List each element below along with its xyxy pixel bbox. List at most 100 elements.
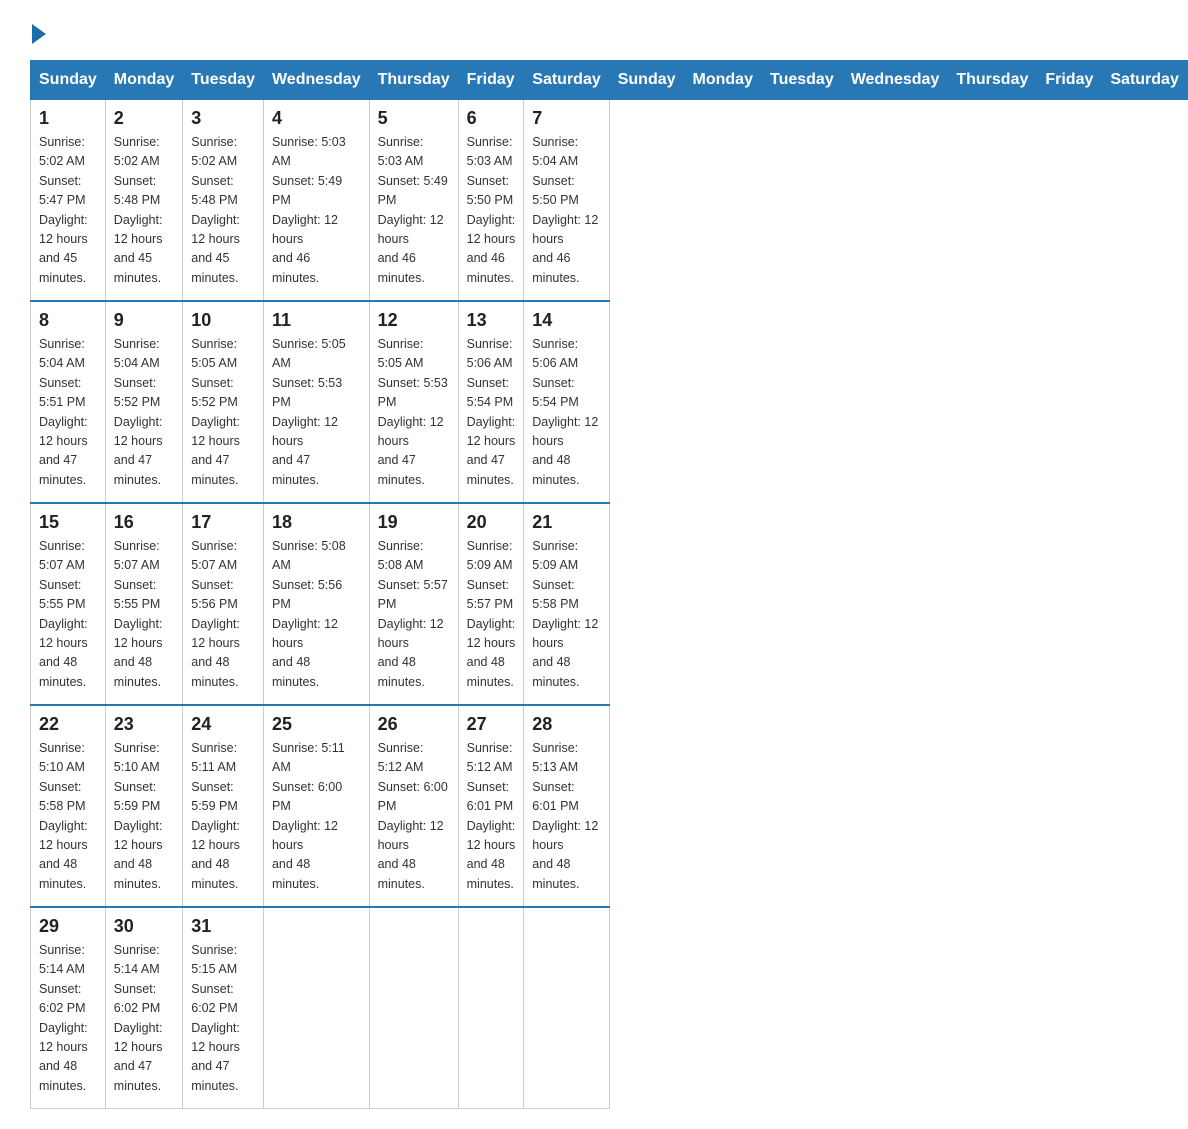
calendar-week-row: 29 Sunrise: 5:14 AMSunset: 6:02 PMDaylig… xyxy=(31,907,1188,1109)
column-header-tuesday: Tuesday xyxy=(761,61,842,100)
calendar-cell: 21 Sunrise: 5:09 AMSunset: 5:58 PMDaylig… xyxy=(524,503,609,705)
day-number: 8 xyxy=(39,310,97,331)
day-number: 10 xyxy=(191,310,255,331)
day-info: Sunrise: 5:07 AMSunset: 5:56 PMDaylight:… xyxy=(191,539,240,689)
calendar-cell: 23 Sunrise: 5:10 AMSunset: 5:59 PMDaylig… xyxy=(105,705,182,907)
day-number: 21 xyxy=(532,512,600,533)
column-header-saturday: Saturday xyxy=(524,61,609,100)
day-number: 7 xyxy=(532,108,600,129)
day-number: 19 xyxy=(378,512,450,533)
day-info: Sunrise: 5:02 AMSunset: 5:48 PMDaylight:… xyxy=(114,135,163,285)
calendar-cell: 9 Sunrise: 5:04 AMSunset: 5:52 PMDayligh… xyxy=(105,301,182,503)
day-info: Sunrise: 5:04 AMSunset: 5:52 PMDaylight:… xyxy=(114,337,163,487)
column-header-friday: Friday xyxy=(458,61,524,100)
day-number: 12 xyxy=(378,310,450,331)
day-info: Sunrise: 5:07 AMSunset: 5:55 PMDaylight:… xyxy=(39,539,88,689)
day-info: Sunrise: 5:09 AMSunset: 5:58 PMDaylight:… xyxy=(532,539,598,689)
column-header-thursday: Thursday xyxy=(369,61,458,100)
day-number: 27 xyxy=(467,714,516,735)
calendar-cell xyxy=(458,907,524,1109)
calendar-cell: 27 Sunrise: 5:12 AMSunset: 6:01 PMDaylig… xyxy=(458,705,524,907)
calendar-cell: 22 Sunrise: 5:10 AMSunset: 5:58 PMDaylig… xyxy=(31,705,106,907)
calendar-cell: 4 Sunrise: 5:03 AMSunset: 5:49 PMDayligh… xyxy=(263,100,369,302)
day-number: 11 xyxy=(272,310,361,331)
calendar-cell xyxy=(369,907,458,1109)
calendar-cell: 17 Sunrise: 5:07 AMSunset: 5:56 PMDaylig… xyxy=(183,503,264,705)
column-header-monday: Monday xyxy=(684,61,761,100)
calendar-cell xyxy=(524,907,609,1109)
day-info: Sunrise: 5:05 AMSunset: 5:53 PMDaylight:… xyxy=(272,337,346,487)
day-number: 14 xyxy=(532,310,600,331)
day-info: Sunrise: 5:07 AMSunset: 5:55 PMDaylight:… xyxy=(114,539,163,689)
calendar-cell: 15 Sunrise: 5:07 AMSunset: 5:55 PMDaylig… xyxy=(31,503,106,705)
calendar-cell: 29 Sunrise: 5:14 AMSunset: 6:02 PMDaylig… xyxy=(31,907,106,1109)
day-info: Sunrise: 5:10 AMSunset: 5:58 PMDaylight:… xyxy=(39,741,88,891)
calendar-cell: 24 Sunrise: 5:11 AMSunset: 5:59 PMDaylig… xyxy=(183,705,264,907)
column-header-sunday: Sunday xyxy=(31,61,106,100)
day-number: 15 xyxy=(39,512,97,533)
day-number: 31 xyxy=(191,916,255,937)
column-header-sunday: Sunday xyxy=(609,61,684,100)
calendar-cell: 12 Sunrise: 5:05 AMSunset: 5:53 PMDaylig… xyxy=(369,301,458,503)
column-header-thursday: Thursday xyxy=(948,61,1037,100)
calendar-table: SundayMondayTuesdayWednesdayThursdayFrid… xyxy=(30,60,1188,1109)
day-number: 13 xyxy=(467,310,516,331)
day-info: Sunrise: 5:12 AMSunset: 6:01 PMDaylight:… xyxy=(467,741,516,891)
page-header xyxy=(30,20,1158,40)
calendar-cell: 3 Sunrise: 5:02 AMSunset: 5:48 PMDayligh… xyxy=(183,100,264,302)
calendar-week-row: 8 Sunrise: 5:04 AMSunset: 5:51 PMDayligh… xyxy=(31,301,1188,503)
day-number: 17 xyxy=(191,512,255,533)
logo-arrow-icon xyxy=(32,24,46,44)
calendar-header-row: SundayMondayTuesdayWednesdayThursdayFrid… xyxy=(31,61,1188,100)
calendar-cell: 14 Sunrise: 5:06 AMSunset: 5:54 PMDaylig… xyxy=(524,301,609,503)
day-info: Sunrise: 5:13 AMSunset: 6:01 PMDaylight:… xyxy=(532,741,598,891)
day-info: Sunrise: 5:15 AMSunset: 6:02 PMDaylight:… xyxy=(191,943,240,1093)
day-info: Sunrise: 5:14 AMSunset: 6:02 PMDaylight:… xyxy=(39,943,88,1093)
calendar-cell: 20 Sunrise: 5:09 AMSunset: 5:57 PMDaylig… xyxy=(458,503,524,705)
day-number: 28 xyxy=(532,714,600,735)
calendar-cell: 1 Sunrise: 5:02 AMSunset: 5:47 PMDayligh… xyxy=(31,100,106,302)
logo xyxy=(30,20,46,40)
day-number: 1 xyxy=(39,108,97,129)
day-number: 16 xyxy=(114,512,174,533)
day-info: Sunrise: 5:04 AMSunset: 5:50 PMDaylight:… xyxy=(532,135,598,285)
day-number: 24 xyxy=(191,714,255,735)
day-info: Sunrise: 5:11 AMSunset: 6:00 PMDaylight:… xyxy=(272,741,345,891)
calendar-cell: 13 Sunrise: 5:06 AMSunset: 5:54 PMDaylig… xyxy=(458,301,524,503)
day-number: 29 xyxy=(39,916,97,937)
day-info: Sunrise: 5:11 AMSunset: 5:59 PMDaylight:… xyxy=(191,741,240,891)
calendar-cell xyxy=(263,907,369,1109)
day-info: Sunrise: 5:06 AMSunset: 5:54 PMDaylight:… xyxy=(532,337,598,487)
calendar-week-row: 15 Sunrise: 5:07 AMSunset: 5:55 PMDaylig… xyxy=(31,503,1188,705)
calendar-cell: 16 Sunrise: 5:07 AMSunset: 5:55 PMDaylig… xyxy=(105,503,182,705)
column-header-friday: Friday xyxy=(1037,61,1102,100)
day-number: 30 xyxy=(114,916,174,937)
day-number: 3 xyxy=(191,108,255,129)
calendar-cell: 19 Sunrise: 5:08 AMSunset: 5:57 PMDaylig… xyxy=(369,503,458,705)
calendar-cell: 25 Sunrise: 5:11 AMSunset: 6:00 PMDaylig… xyxy=(263,705,369,907)
day-info: Sunrise: 5:05 AMSunset: 5:52 PMDaylight:… xyxy=(191,337,240,487)
calendar-cell: 6 Sunrise: 5:03 AMSunset: 5:50 PMDayligh… xyxy=(458,100,524,302)
day-info: Sunrise: 5:12 AMSunset: 6:00 PMDaylight:… xyxy=(378,741,448,891)
column-header-monday: Monday xyxy=(105,61,182,100)
calendar-cell: 8 Sunrise: 5:04 AMSunset: 5:51 PMDayligh… xyxy=(31,301,106,503)
calendar-cell: 26 Sunrise: 5:12 AMSunset: 6:00 PMDaylig… xyxy=(369,705,458,907)
day-number: 20 xyxy=(467,512,516,533)
day-number: 2 xyxy=(114,108,174,129)
calendar-cell: 10 Sunrise: 5:05 AMSunset: 5:52 PMDaylig… xyxy=(183,301,264,503)
calendar-cell: 5 Sunrise: 5:03 AMSunset: 5:49 PMDayligh… xyxy=(369,100,458,302)
calendar-cell: 31 Sunrise: 5:15 AMSunset: 6:02 PMDaylig… xyxy=(183,907,264,1109)
calendar-cell: 28 Sunrise: 5:13 AMSunset: 6:01 PMDaylig… xyxy=(524,705,609,907)
day-info: Sunrise: 5:06 AMSunset: 5:54 PMDaylight:… xyxy=(467,337,516,487)
day-number: 5 xyxy=(378,108,450,129)
calendar-week-row: 22 Sunrise: 5:10 AMSunset: 5:58 PMDaylig… xyxy=(31,705,1188,907)
day-info: Sunrise: 5:03 AMSunset: 5:49 PMDaylight:… xyxy=(272,135,346,285)
day-number: 22 xyxy=(39,714,97,735)
day-info: Sunrise: 5:03 AMSunset: 5:50 PMDaylight:… xyxy=(467,135,516,285)
column-header-wednesday: Wednesday xyxy=(842,61,948,100)
calendar-cell: 18 Sunrise: 5:08 AMSunset: 5:56 PMDaylig… xyxy=(263,503,369,705)
calendar-cell: 2 Sunrise: 5:02 AMSunset: 5:48 PMDayligh… xyxy=(105,100,182,302)
day-number: 4 xyxy=(272,108,361,129)
day-info: Sunrise: 5:03 AMSunset: 5:49 PMDaylight:… xyxy=(378,135,448,285)
column-header-wednesday: Wednesday xyxy=(263,61,369,100)
